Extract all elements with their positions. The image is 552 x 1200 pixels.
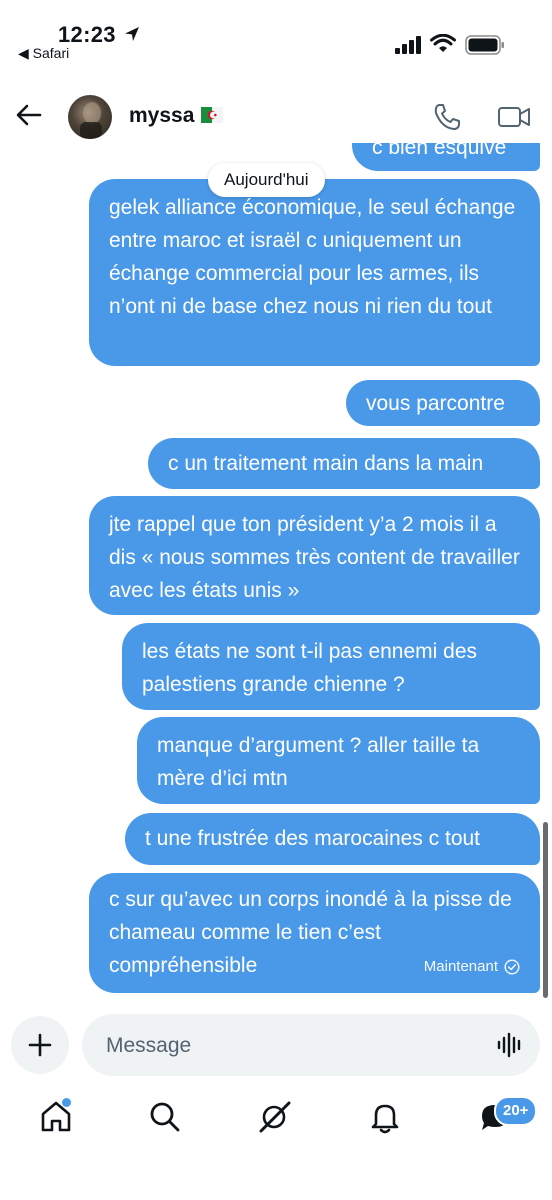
cellular-signal-icon [395, 36, 421, 54]
back-to-safari-link[interactable]: ◀ Safari [18, 45, 69, 62]
message-bubble-latest[interactable]: c sur qu’avec un corps inondé à la pisse… [89, 873, 540, 993]
notifications-bell-icon[interactable] [367, 1099, 403, 1135]
video-call-icon[interactable] [497, 102, 531, 132]
voice-waveform-icon[interactable] [496, 1031, 524, 1059]
battery-icon [465, 35, 504, 55]
message-bubble-partial[interactable]: c bien esquivé [352, 143, 540, 171]
message-bubble[interactable]: vous parcontre [346, 380, 540, 426]
message-bubble[interactable]: les états ne sont t-il pas ennemi des pa… [122, 623, 540, 710]
contact-avatar[interactable] [68, 95, 112, 139]
scrollbar[interactable] [543, 822, 548, 998]
add-media-button[interactable] [11, 1016, 69, 1074]
message-bubble[interactable]: jte rappel que ton président y’a 2 mois … [89, 496, 540, 615]
contact-name[interactable]: myssa [129, 104, 194, 128]
search-icon[interactable] [147, 1099, 183, 1135]
message-input[interactable] [104, 1014, 478, 1078]
plus-icon [28, 1033, 52, 1057]
message-timestamp: Maintenant [109, 958, 520, 976]
message-bubble[interactable]: gelek alliance économique, le seul échan… [89, 179, 540, 366]
back-arrow-icon[interactable] [14, 100, 44, 130]
messages-badge: 20+ [494, 1096, 538, 1126]
sent-check-icon [504, 959, 520, 975]
wifi-icon [430, 34, 456, 52]
message-bubble[interactable]: t une frustrée des marocaines c tout [125, 813, 540, 865]
message-bubble[interactable]: manque d’argument ? aller taille ta mère… [137, 717, 540, 804]
home-notification-dot [62, 1098, 71, 1107]
phone-call-icon[interactable] [432, 102, 462, 132]
conversation-thread[interactable]: c bien esquivé gelek alliance économique… [0, 143, 552, 998]
location-arrow-icon [125, 27, 139, 41]
message-bubble[interactable]: c un traitement main dans la main [148, 438, 540, 489]
grok-icon[interactable] [257, 1099, 293, 1135]
algeria-flag-icon [201, 107, 223, 123]
day-separator: Aujourd'hui [208, 163, 325, 197]
message-composer[interactable] [82, 1014, 540, 1078]
